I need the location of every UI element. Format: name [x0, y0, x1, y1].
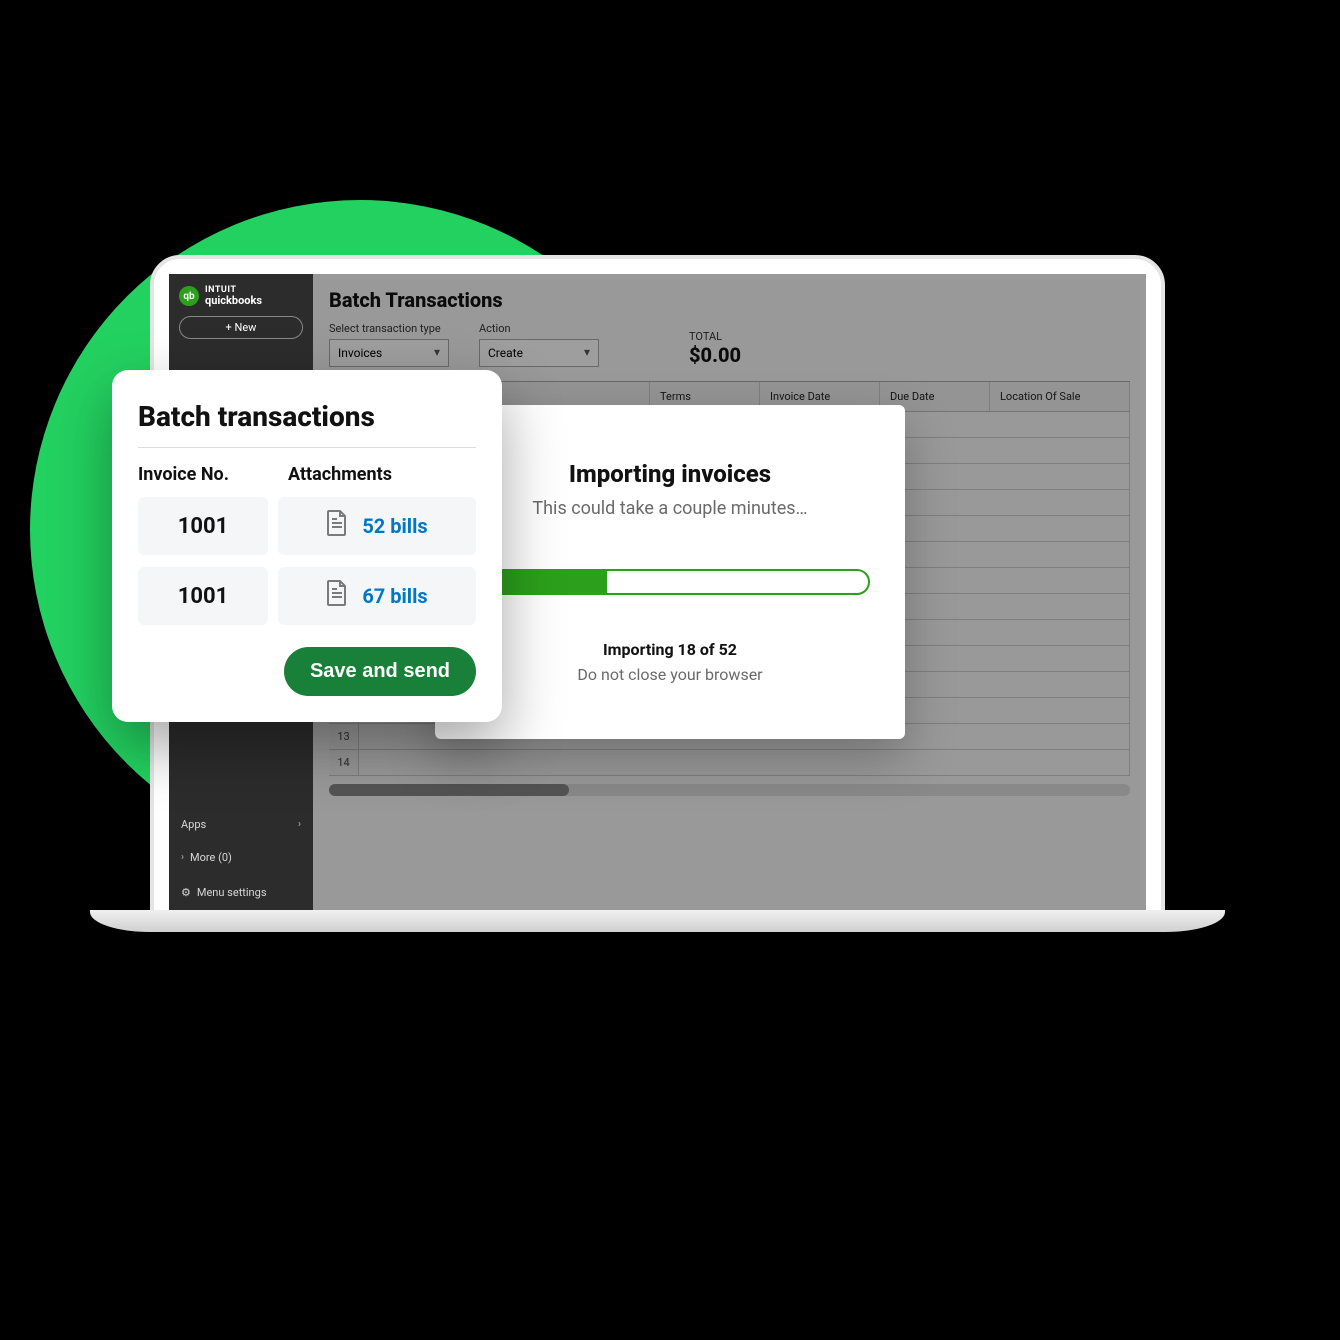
row-number: 14: [329, 750, 359, 775]
new-button[interactable]: + New: [179, 316, 303, 339]
row-cell[interactable]: [359, 750, 1130, 775]
card-title: Batch transactions: [138, 400, 476, 448]
controls-row: Select transaction type Invoices Action …: [313, 322, 1146, 377]
importing-modal: Importing invoices This could take a cou…: [435, 405, 905, 739]
invoice-number-cell: 1001: [138, 497, 268, 555]
sidebar-item-label: More (0): [190, 851, 301, 864]
total-block: TOTAL $0.00: [689, 330, 741, 367]
attachments-cell[interactable]: 52 bills: [278, 497, 476, 555]
batch-row: 1001 52 bills: [138, 497, 476, 555]
sidebar-item-apps[interactable]: Apps ›: [169, 808, 313, 841]
grid-header-col: Location Of Sale: [990, 382, 1130, 411]
transaction-type-control: Select transaction type Invoices: [329, 322, 449, 367]
total-value: $0.00: [689, 343, 741, 367]
page-title: Batch Transactions: [313, 274, 1146, 322]
importing-title: Importing invoices: [470, 460, 870, 488]
sidebar-item-label: Apps: [181, 818, 206, 831]
gear-icon: ⚙: [181, 886, 191, 899]
bills-link[interactable]: 67 bills: [362, 584, 427, 608]
batch-transactions-card: Batch transactions Invoice No. Attachmen…: [112, 370, 502, 722]
laptop-base: [90, 910, 1225, 932]
menu-settings-button[interactable]: ⚙ Menu settings: [169, 874, 313, 911]
document-icon: [326, 510, 348, 542]
sidebar-item-more[interactable]: › More (0): [169, 841, 313, 874]
importing-note: Do not close your browser: [470, 665, 870, 684]
chevron-right-icon: ›: [298, 819, 301, 830]
scrollbar-thumb[interactable]: [329, 784, 569, 796]
table-row[interactable]: 14: [329, 750, 1130, 776]
progress-bar: [470, 569, 870, 595]
action-label: Action: [479, 322, 599, 335]
action-control: Action Create: [479, 322, 599, 367]
action-select[interactable]: Create: [479, 339, 599, 367]
bills-link[interactable]: 52 bills: [362, 514, 427, 538]
importing-subtitle: This could take a couple minutes…: [470, 498, 870, 519]
importing-status: Importing 18 of 52: [470, 640, 870, 659]
column-header-attachments: Attachments: [288, 464, 392, 485]
brand-text: INTUIT quickbooks: [205, 286, 262, 306]
column-header-invoice: Invoice No.: [138, 464, 268, 485]
row-number: 13: [329, 724, 359, 749]
attachments-cell[interactable]: 67 bills: [278, 567, 476, 625]
batch-row: 1001 67 bills: [138, 567, 476, 625]
transaction-type-label: Select transaction type: [329, 322, 449, 335]
menu-settings-label: Menu settings: [197, 886, 267, 899]
invoice-number-cell: 1001: [138, 567, 268, 625]
card-column-headers: Invoice No. Attachments: [138, 464, 476, 485]
save-and-send-button[interactable]: Save and send: [284, 647, 476, 696]
total-label: TOTAL: [689, 330, 741, 343]
transaction-type-select[interactable]: Invoices: [329, 339, 449, 367]
brand-logo: qb INTUIT quickbooks: [169, 274, 313, 316]
horizontal-scrollbar[interactable]: [329, 784, 1130, 796]
document-icon: [326, 580, 348, 612]
brand-line2: quickbooks: [205, 295, 262, 306]
chevron-right-icon: ›: [181, 852, 184, 863]
quickbooks-badge-icon: qb: [179, 286, 199, 306]
